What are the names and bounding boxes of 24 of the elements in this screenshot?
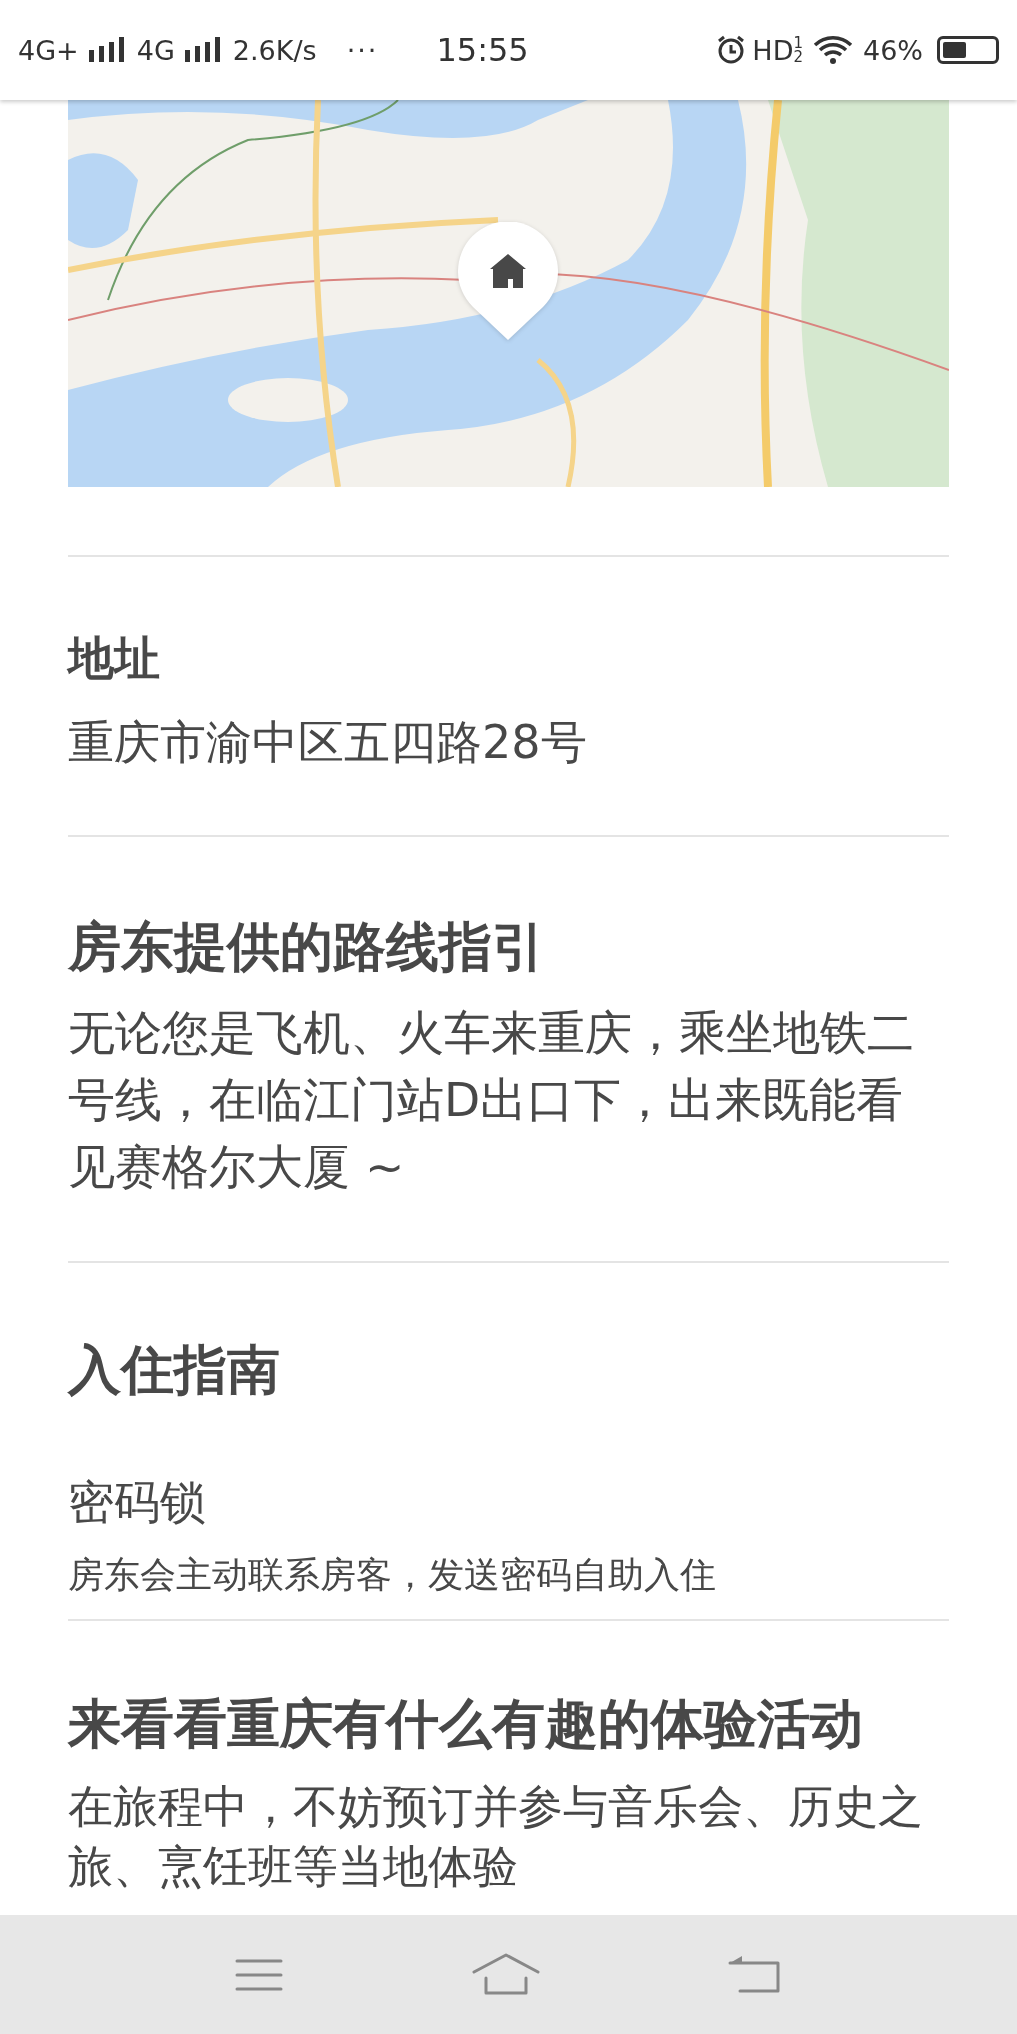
wifi-icon [813, 35, 853, 65]
signal-icon [86, 36, 127, 64]
speed-label: 2.6K/s [232, 34, 317, 66]
clock: 15:55 [436, 31, 529, 69]
network-label: 4G [136, 34, 175, 66]
section-title: 地址 [68, 630, 161, 686]
battery-label: 46% [863, 34, 923, 66]
hd-marks: 1 2 [793, 36, 803, 64]
battery-icon [937, 36, 999, 64]
item-text: 房东会主动联系房客，发送密码自助入住 [68, 1553, 717, 1597]
section-title: 房东提供的路线指引 [68, 916, 546, 978]
network-label: 4G+ [18, 34, 79, 66]
home-icon[interactable] [470, 1952, 541, 1997]
address-text: 重庆市渝中区五四路28号 [68, 714, 588, 770]
signal-icon [182, 36, 223, 64]
section-title: 入住指南 [68, 1339, 281, 1401]
section-title: 来看看重庆有什么有趣的体验活动 [68, 1693, 864, 1755]
more-label: ··· [346, 34, 379, 66]
item-title: 密码锁 [68, 1474, 207, 1530]
section-text: 无论您是飞机、火车来重庆，乘坐地铁二号线，在临江门站D出口下，出来既能看见赛格尔大厦 ~ [68, 1004, 915, 1196]
alarm-icon [716, 35, 747, 65]
section-text: 在旅程中，不妨预订并参与音乐会、历史之旅、烹饪班等当地体验 [68, 1779, 924, 1895]
hd-label: HD [752, 34, 794, 66]
map-pin[interactable] [458, 222, 558, 342]
